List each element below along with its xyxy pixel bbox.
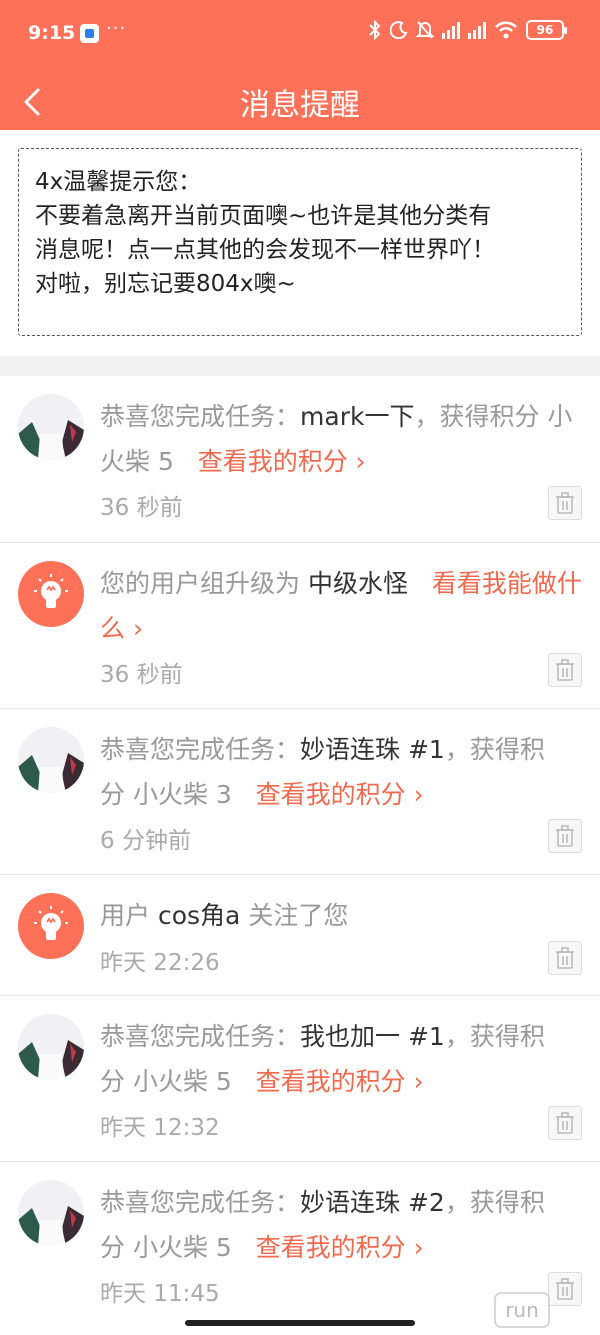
view-points-link[interactable]: 查看我的积分 › [198, 447, 366, 476]
points-earned: 小火柴 5 [132, 1067, 232, 1096]
avatar[interactable] [18, 727, 84, 793]
lightbulb-icon [34, 906, 68, 940]
message-time: 昨天 22:26 [100, 950, 220, 976]
points-earned: 小火柴 5 [132, 1233, 232, 1262]
signal-icon-2 [468, 21, 486, 39]
message-item: 恭喜您完成任务：妙语连珠 #1，获得积分 小火柴 3 查看我的积分 › 6 分钟… [0, 709, 600, 875]
message-prefix: 恭喜您完成任务： [100, 402, 301, 431]
status-icons: 96 [368, 20, 567, 40]
points-earned: 小火柴 3 [132, 780, 232, 809]
message-text: 您的用户组升级为 中级水怪 看看我能做什么 › [100, 561, 590, 651]
trash-icon [556, 947, 574, 969]
message-mid: ，获得积分 [414, 402, 540, 431]
message-text: 恭喜您完成任务：妙语连珠 #1，获得积分 小火柴 3 查看我的积分 › [100, 727, 590, 817]
message-text: 恭喜您完成任务：妙语连珠 #2，获得积分 小火柴 5 查看我的积分 › [100, 1180, 590, 1270]
delete-button[interactable] [548, 1272, 582, 1306]
lightbulb-avatar [18, 893, 84, 959]
message-text: 用户 cos角a 关注了您 [100, 893, 590, 938]
delete-button[interactable] [548, 1106, 582, 1140]
message-time: 36 秒前 [100, 495, 183, 521]
message-prefix: 恭喜您完成任务： [100, 1188, 301, 1217]
view-points-link[interactable]: 查看我的积分 › [256, 1067, 424, 1096]
app-notification-icon [80, 24, 99, 43]
message-suffix: 关注了您 [248, 901, 349, 930]
status-time: 9:15 [28, 22, 76, 44]
message-item: 用户 cos角a 关注了您 昨天 22:26 [0, 875, 600, 996]
message-prefix: 恭喜您完成任务： [100, 735, 301, 764]
lightbulb-icon [34, 574, 68, 608]
bluetooth-icon [369, 20, 381, 40]
user-group-name: 中级水怪 [307, 569, 408, 598]
moon-icon [390, 21, 408, 39]
status-bar: 9:15 ··· 96 [0, 0, 600, 66]
notice-line-4: 对啦，别忘记要804x噢~ [35, 271, 296, 297]
app-header: 9:15 ··· 96 消息提醒 [0, 0, 600, 130]
view-points-link[interactable]: 查看我的积分 › [256, 1233, 424, 1262]
trash-icon [556, 825, 574, 847]
page-title: 消息提醒 [240, 88, 360, 123]
message-item: 恭喜您完成任务：mark一下，获得积分 小火柴 5 查看我的积分 › 36 秒前 [0, 376, 600, 543]
task-name: 妙语连珠 #2 [300, 1188, 445, 1217]
message-prefix: 用户 [100, 901, 151, 930]
avatar[interactable] [18, 1180, 84, 1246]
follower-username[interactable]: cos角a [158, 901, 240, 930]
more-notifications-dots: ··· [106, 18, 127, 39]
message-item: 您的用户组升级为 中级水怪 看看我能做什么 › 36 秒前 [0, 543, 600, 709]
message-time: 36 秒前 [100, 662, 183, 688]
home-indicator[interactable] [185, 1320, 415, 1326]
notice-line-2: 不要着急离开当前页面噢~也许是其他分类有 [35, 203, 492, 229]
message-time: 昨天 12:32 [100, 1115, 220, 1141]
view-points-link[interactable]: 查看我的积分 › [256, 780, 424, 809]
trash-icon [556, 1112, 574, 1134]
wifi-icon [495, 21, 517, 39]
message-item: 恭喜您完成任务：我也加一 #1，获得积分 小火柴 5 查看我的积分 › 昨天 1… [0, 996, 600, 1162]
delete-button[interactable] [548, 486, 582, 520]
signal-icon [442, 21, 460, 39]
lightbulb-avatar [18, 561, 84, 627]
notice-line-1: 4x温馨提示您： [35, 169, 202, 195]
task-name: mark一下 [300, 402, 415, 431]
message-text: 恭喜您完成任务：我也加一 #1，获得积分 小火柴 5 查看我的积分 › [100, 1014, 590, 1104]
message-text: 恭喜您完成任务：mark一下，获得积分 小火柴 5 查看我的积分 › [100, 394, 590, 484]
trash-icon [556, 492, 574, 514]
watermark-logo: run [494, 1292, 550, 1328]
message-prefix: 恭喜您完成任务： [100, 1022, 301, 1051]
task-name: 我也加一 #1 [300, 1022, 445, 1051]
message-time: 6 分钟前 [100, 828, 191, 854]
task-name: 妙语连珠 #1 [300, 735, 445, 764]
tip-notice-box: 4x温馨提示您： 不要着急离开当前页面噢~也许是其他分类有 消息呢！点一点其他的… [18, 148, 582, 336]
avatar[interactable] [18, 1014, 84, 1080]
svg-text:run: run [505, 1298, 539, 1322]
avatar[interactable] [18, 394, 84, 460]
battery-icon: 96 [526, 20, 567, 40]
delete-button[interactable] [548, 819, 582, 853]
delete-button[interactable] [548, 653, 582, 687]
message-prefix: 您的用户组升级为 [100, 569, 301, 598]
trash-icon [556, 1278, 574, 1300]
mute-bell-icon [416, 21, 434, 39]
delete-button[interactable] [548, 941, 582, 975]
message-time: 昨天 11:45 [100, 1281, 220, 1307]
section-divider [0, 356, 600, 376]
notice-line-3: 消息呢！点一点其他的会发现不一样世界吖！ [35, 237, 495, 263]
trash-icon [556, 659, 574, 681]
